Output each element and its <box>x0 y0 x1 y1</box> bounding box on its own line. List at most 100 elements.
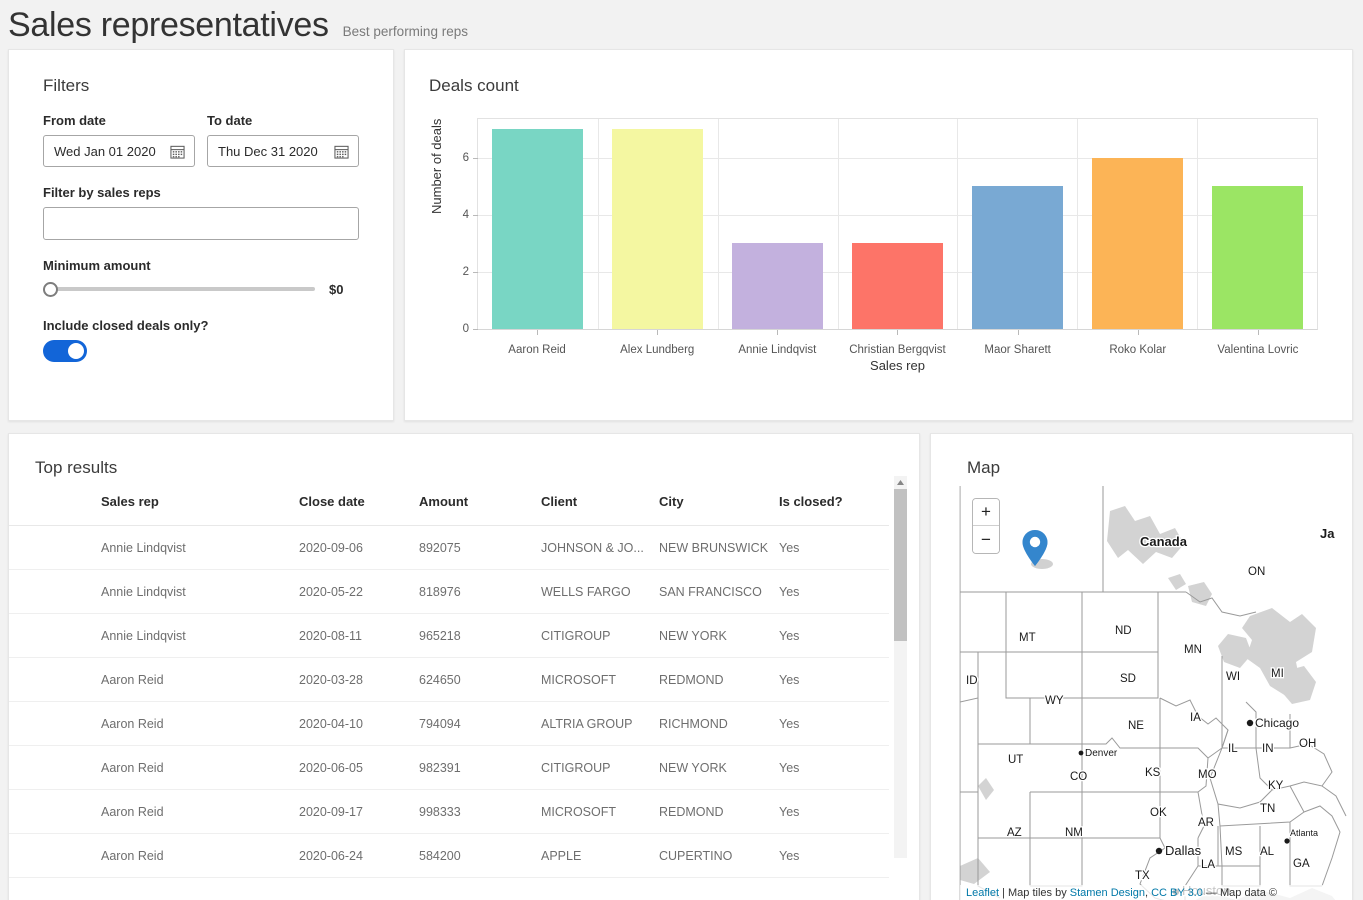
slider-track <box>49 287 315 292</box>
table-column-header[interactable]: Client <box>541 494 659 527</box>
map-label: IN <box>1262 743 1274 755</box>
table-cell: REDMOND <box>659 657 779 703</box>
results-table-scroll[interactable]: Sales rep Close date Amount Client City Is cl… <box>9 494 919 894</box>
map-label: AZ <box>1007 827 1022 839</box>
map-label: KY <box>1268 780 1284 792</box>
y-tick-label: 4 <box>463 209 479 221</box>
table-column-header[interactable]: Sales rep <box>9 494 299 527</box>
results-scrollbar[interactable] <box>894 476 907 859</box>
table-column-header[interactable]: Is closed? <box>779 494 889 527</box>
minimum-amount-slider-row: $0 <box>43 280 359 298</box>
table-column-header[interactable]: City <box>659 494 779 527</box>
scrollbar-thumb[interactable] <box>894 489 907 642</box>
table-row[interactable]: Aaron Reid 2020-03-28 624650 MICROSOFT REDMO… <box>9 657 889 703</box>
table-cell: Aaron Reid <box>9 657 299 703</box>
table-cell: CUPERTINO <box>659 833 779 879</box>
bar[interactable] <box>612 129 704 330</box>
minimum-amount-slider[interactable] <box>43 280 315 298</box>
map-zoom-in-button[interactable]: + <box>973 499 999 527</box>
from-date-input[interactable]: Wed Jan 01 2020 <box>43 135 195 168</box>
chart-x-axis-label: Sales rep <box>870 358 925 374</box>
table-cell: 965218 <box>419 613 541 659</box>
table-cell: NEW YORK <box>659 745 779 791</box>
table-cell: 2020-09-06 <box>299 525 419 571</box>
bar-slot <box>1077 119 1197 330</box>
map-label: UT <box>1008 754 1023 766</box>
stamen-link[interactable]: Stamen Design <box>1070 887 1145 899</box>
table-cell: Yes <box>779 745 889 791</box>
date-range-row: From date Wed Jan 01 2020 To date Thu De… <box>43 113 359 168</box>
map-label: IA <box>1190 712 1201 724</box>
leaflet-link[interactable]: Leaflet <box>966 887 999 899</box>
from-date-label: From date <box>43 113 106 129</box>
x-tick-label: Alex Lundberg <box>597 330 717 356</box>
map-label: Ja <box>1320 526 1335 541</box>
sales-reps-input[interactable] <box>43 207 359 241</box>
table-row[interactable]: Aaron Reid 2020-04-10 794094 ALTRIA GROUP RI… <box>9 701 889 747</box>
closed-deals-label: Include closed deals only? <box>43 318 209 334</box>
map-zoom-out-button[interactable]: − <box>973 526 999 554</box>
map-label: LA <box>1201 859 1215 871</box>
table-cell: JOHNSON & JO... <box>541 525 659 571</box>
map-label: OH <box>1299 738 1316 750</box>
attr-sep-3: — Map data © <box>1202 887 1278 900</box>
table-row[interactable]: Annie Lindqvist 2020-08-11 965218 CITIGROUP… <box>9 613 889 659</box>
table-cell: Yes <box>779 789 889 835</box>
bar-slot <box>957 119 1077 330</box>
table-cell: 998333 <box>419 789 541 835</box>
map-marker-icon[interactable] <box>1020 528 1056 576</box>
table-row[interactable]: Aaron Reid 2020-06-05 982391 CITIGROUP NEW Y… <box>9 745 889 791</box>
bar[interactable] <box>732 243 824 330</box>
sales-reps-filter-group: Filter by sales reps <box>43 185 359 241</box>
slider-thumb[interactable] <box>43 282 58 298</box>
closed-deals-group: Include closed deals only? <box>43 318 359 363</box>
map-label: TX <box>1135 870 1150 882</box>
table-cell: Aaron Reid <box>9 833 299 879</box>
map-label: Denver <box>1085 748 1118 759</box>
chart-title: Deals count <box>429 76 519 96</box>
to-date-input[interactable]: Thu Dec 31 2020 <box>207 135 359 168</box>
bar-slot <box>838 119 958 330</box>
page-title: Sales representatives <box>8 6 329 44</box>
table-column-header[interactable]: Close date <box>299 494 419 527</box>
table-cell: SAN FRANCISCO <box>659 569 779 615</box>
table-row[interactable]: Annie Lindqvist 2020-05-22 818976 WELLS FAR… <box>9 569 889 615</box>
bar[interactable] <box>492 129 584 330</box>
map-label: MI <box>1271 668 1284 680</box>
calendar-icon[interactable] <box>334 144 349 159</box>
bar[interactable] <box>851 243 944 330</box>
table-column-header[interactable]: Amount <box>419 494 541 527</box>
map-label: GA <box>1293 858 1310 870</box>
y-tick-label: 2 <box>463 266 479 278</box>
table-row[interactable]: Aaron Reid 2020-09-17 998333 MICROSOFT REDMO… <box>9 789 889 835</box>
scroll-up-arrow-icon[interactable] <box>894 476 907 489</box>
bar[interactable] <box>971 186 1063 330</box>
minimum-amount-label: Minimum amount <box>43 258 151 274</box>
map-panel: Map Canada ON MT ND MN ID SD WI MI WY NE… <box>930 433 1353 900</box>
ccby-link[interactable]: CC BY 3.0 <box>1151 887 1203 899</box>
table-cell: 2020-04-10 <box>299 701 419 747</box>
table-cell: 624650 <box>419 657 541 703</box>
toggle-knob <box>68 343 84 360</box>
table-row[interactable]: Annie Lindqvist 2020-09-06 892075 JOHNSON &… <box>9 525 889 571</box>
calendar-icon[interactable] <box>170 144 185 159</box>
table-cell: Yes <box>779 833 889 879</box>
top-results-panel: Top results Sales rep Close date Amount Cli… <box>8 433 920 900</box>
table-row[interactable]: Aaron Reid 2020-06-24 584200 APPLE CUPERTINO… <box>9 833 889 879</box>
map-canvas[interactable]: Canada ON MT ND MN ID SD WI MI WY NE IA Chicago IL IN O… <box>959 486 1352 900</box>
table-cell: Aaron Reid <box>9 789 299 835</box>
map-label: MN <box>1184 644 1202 656</box>
map-label: Dallas <box>1165 843 1202 858</box>
map-label: MT <box>1019 632 1036 644</box>
map-label: Atlanta <box>1290 828 1318 838</box>
minimum-amount-group: Minimum amount $0 <box>43 258 359 298</box>
to-date-group: To date Thu Dec 31 2020 <box>207 113 359 168</box>
table-cell: 584200 <box>419 833 541 879</box>
bar[interactable] <box>1091 157 1183 330</box>
x-tick-label: Roko Kolar <box>1078 330 1198 356</box>
map-label: SD <box>1120 673 1136 685</box>
closed-deals-toggle[interactable] <box>43 340 87 363</box>
bar[interactable] <box>1211 186 1303 330</box>
attr-sep-1: | Map tiles by <box>999 887 1070 900</box>
table-cell: REDMOND <box>659 789 779 835</box>
